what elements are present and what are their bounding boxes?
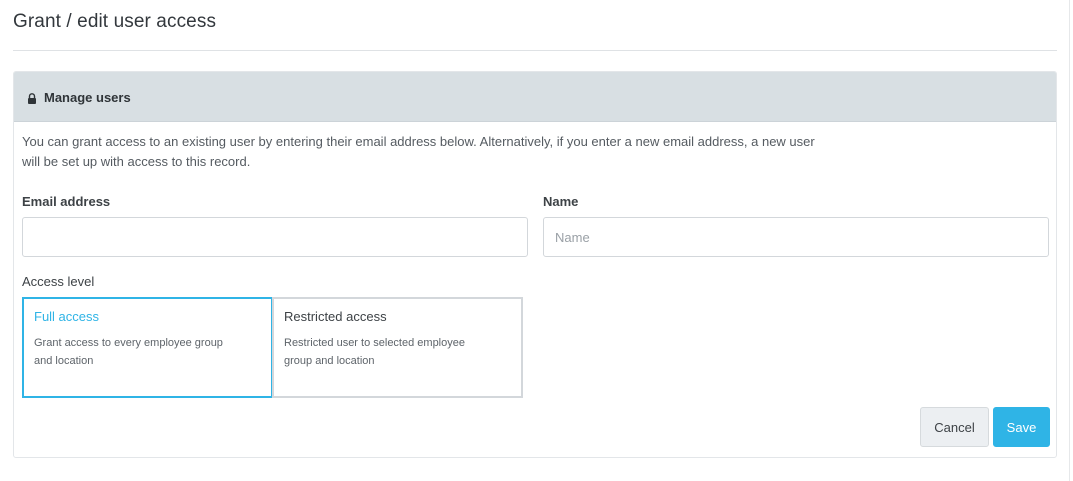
intro-text-line: will be set up with access to this recor… [22, 154, 251, 169]
access-option-restricted[interactable]: Restricted access Restricted user to sel… [272, 297, 523, 398]
email-field[interactable] [22, 217, 528, 257]
access-option-title: Restricted access [284, 309, 387, 324]
page-title: Grant / edit user access [13, 11, 217, 32]
save-button[interactable]: Save [993, 407, 1050, 447]
panel-header: Manage users [14, 72, 1056, 122]
email-label: Email address [22, 194, 111, 209]
title-divider [13, 50, 1057, 51]
description-line: and location [34, 355, 94, 367]
description-line: group and location [284, 355, 375, 367]
description-line: Restricted user to selected employee [284, 337, 465, 349]
panel-header-label: Manage users [44, 90, 131, 105]
access-option-description: Grant access to every employee group and… [34, 334, 259, 370]
name-field[interactable] [543, 217, 1049, 257]
page-edge-divider [1069, 0, 1070, 481]
intro-text: You can grant access to an existing user… [22, 132, 892, 172]
description-line: Grant access to every employee group [34, 337, 223, 349]
access-level-label: Access level [22, 274, 95, 289]
access-option-title: Full access [34, 309, 100, 324]
cancel-button[interactable]: Cancel [920, 407, 989, 447]
name-label: Name [543, 194, 579, 209]
access-option-description: Restricted user to selected employee gro… [284, 334, 509, 370]
lock-icon [28, 93, 36, 104]
intro-text-line: You can grant access to an existing user… [22, 134, 815, 149]
access-option-full[interactable]: Full access Grant access to every employ… [22, 297, 273, 398]
manage-users-panel: Manage users You can grant access to an … [13, 71, 1057, 458]
